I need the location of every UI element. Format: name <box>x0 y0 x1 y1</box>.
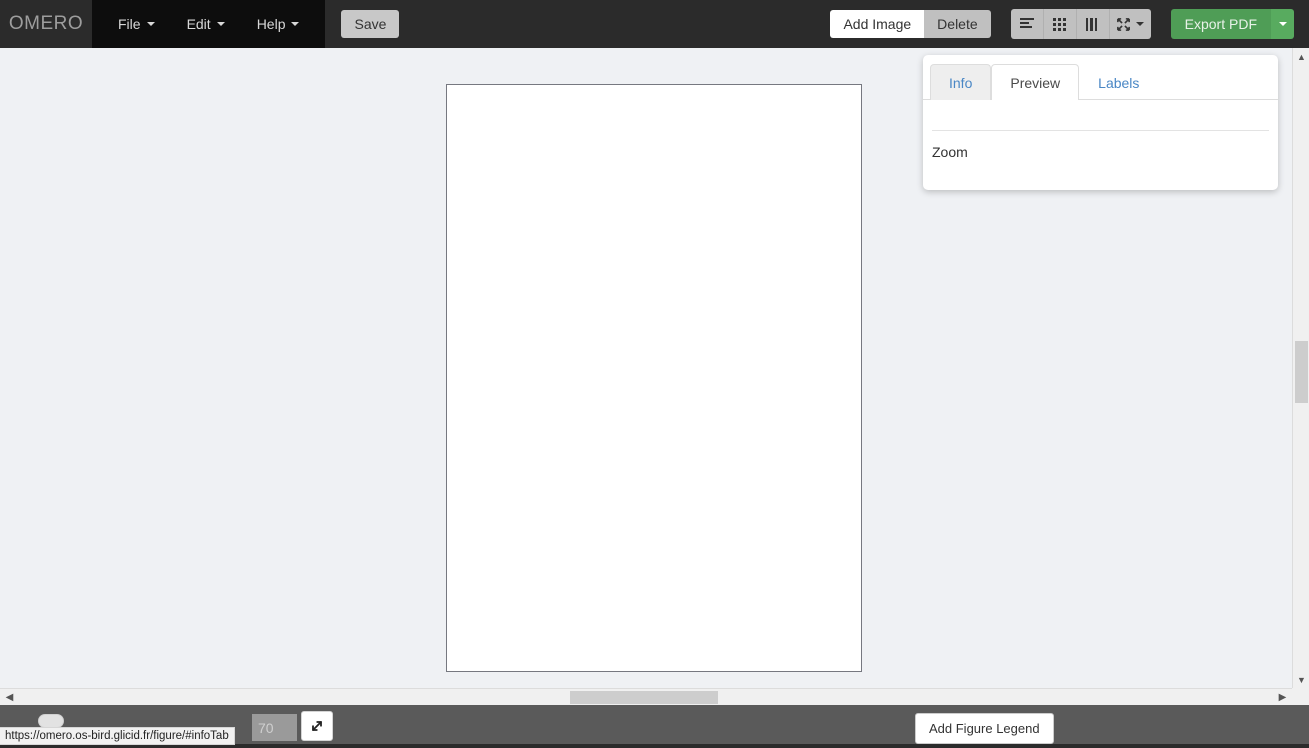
navbar-right-group: Add Image Delete Export PDF <box>830 9 1309 39</box>
add-image-button[interactable]: Add Image <box>830 10 925 38</box>
save-button[interactable]: Save <box>341 10 400 38</box>
chevron-down-icon <box>216 22 225 26</box>
menu-file-label: File <box>118 16 141 32</box>
expand-diagonal-icon <box>312 721 322 731</box>
fit-to-window-button[interactable] <box>301 711 333 741</box>
align-left-icon <box>1019 18 1034 28</box>
chevron-right-icon[interactable]: ▶ <box>1274 689 1291 706</box>
chevron-up-icon[interactable]: ▲ <box>1293 48 1309 65</box>
image-actions-group: Add Image Delete <box>830 10 991 38</box>
menu-help-label: Help <box>256 16 286 32</box>
menu-bar: File Edit Help <box>92 0 326 48</box>
scrollbar-corner <box>1292 688 1309 705</box>
menu-file[interactable]: File <box>102 0 171 48</box>
menu-help[interactable]: Help <box>241 0 316 48</box>
panel-top-spacer <box>923 100 1278 130</box>
expand-arrows-icon <box>1117 17 1131 31</box>
grid-icon-button[interactable] <box>1043 9 1077 39</box>
chevron-down-icon <box>291 22 300 26</box>
chevron-down-icon <box>146 22 155 26</box>
tab-labels[interactable]: Labels <box>1079 64 1158 100</box>
chevron-down-icon <box>1278 22 1287 26</box>
export-pdf-button[interactable]: Export PDF <box>1170 9 1271 39</box>
zoom-value-input[interactable] <box>252 714 297 741</box>
columns-icon <box>1086 17 1098 31</box>
view-mode-group <box>1010 9 1151 39</box>
panel-zoom-label: Zoom <box>932 144 968 160</box>
menu-edit[interactable]: Edit <box>171 0 241 48</box>
status-bar-url: https://omero.os-bird.glicid.fr/figure/#… <box>0 727 235 745</box>
zoom-slider-handle[interactable] <box>38 714 64 728</box>
properties-panel: Info Preview Labels Zoom <box>923 55 1278 190</box>
top-navbar: OMERO File Edit Help Save Add Image Dele… <box>0 0 1309 48</box>
export-options-button[interactable] <box>1271 9 1294 39</box>
delete-button[interactable]: Delete <box>924 10 991 38</box>
add-figure-legend-button[interactable]: Add Figure Legend <box>915 713 1054 744</box>
omero-logo[interactable]: OMERO <box>0 0 92 48</box>
tab-info[interactable]: Info <box>930 64 992 100</box>
menu-edit-label: Edit <box>186 16 211 32</box>
vertical-scrollbar-thumb[interactable] <box>1295 341 1308 403</box>
chevron-down-icon[interactable]: ▼ <box>1293 671 1309 688</box>
panel-content: Zoom <box>923 100 1278 160</box>
chevron-down-icon <box>1136 22 1145 26</box>
zoom-fit-button[interactable] <box>1109 9 1151 39</box>
chevron-left-icon[interactable]: ◀ <box>1 689 18 706</box>
figure-page[interactable] <box>446 84 862 672</box>
tab-preview[interactable]: Preview <box>991 64 1080 100</box>
panel-tab-strip: Info Preview Labels <box>923 55 1278 100</box>
export-group: Export PDF <box>1170 9 1294 39</box>
columns-icon-button[interactable] <box>1076 9 1110 39</box>
align-left-icon-button[interactable] <box>1010 9 1044 39</box>
vertical-scrollbar[interactable]: ▲ ▼ <box>1292 48 1309 688</box>
horizontal-scrollbar[interactable]: ◀ ▶ <box>0 688 1292 705</box>
grid-icon <box>1053 17 1067 31</box>
horizontal-scrollbar-thumb[interactable] <box>570 691 718 704</box>
